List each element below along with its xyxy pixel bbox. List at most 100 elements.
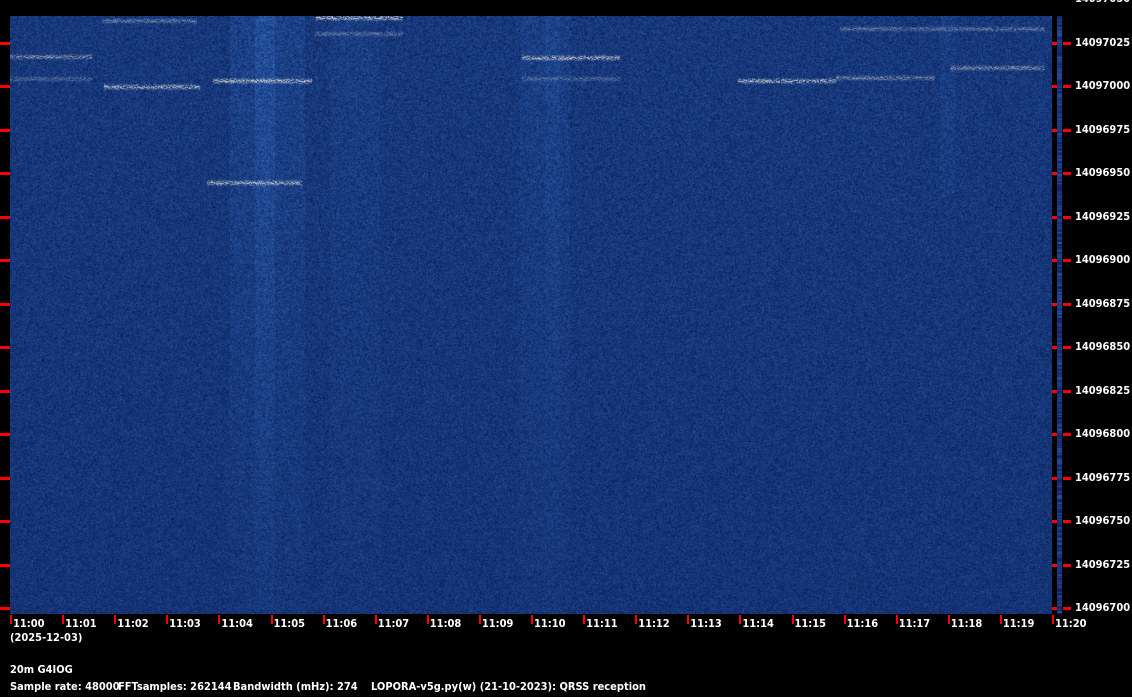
freq-tick: [1052, 563, 1057, 567]
freq-tick: [1063, 128, 1071, 132]
spectrum-strip: [1057, 16, 1062, 614]
time-label: 11:20: [1055, 617, 1087, 630]
time-tick: [999, 615, 1002, 624]
freq-label: 14096925: [1075, 209, 1131, 223]
time-tick: [270, 615, 273, 624]
freq-label: 14096950: [1075, 166, 1131, 179]
freq-label: 14096725: [1075, 557, 1131, 571]
freq-tick: [1063, 215, 1071, 219]
freq-tick: [0, 563, 10, 567]
freq-tick: [1063, 520, 1071, 523]
fft-samples: FFTsamples: 262144: [118, 680, 232, 693]
time-label: 11:16: [846, 617, 879, 630]
time-label: 11:11: [586, 617, 618, 630]
freq-tick: [1052, 302, 1057, 306]
time-tick: [895, 615, 898, 624]
freq-tick: [1063, 563, 1071, 567]
time-tick: [739, 615, 742, 624]
freq-tick: [1052, 172, 1057, 175]
software-info: LOPORA-v5g.py(w) (21-10-2023): QRSS rece…: [371, 680, 646, 693]
freq-tick: [1052, 85, 1057, 88]
freq-tick: [0, 346, 10, 349]
time-label: 11:09: [481, 617, 514, 630]
freq-label: 14096975: [1075, 122, 1131, 136]
time-tick: [791, 615, 794, 624]
time-label: 11:08: [429, 617, 462, 630]
time-tick: [478, 615, 481, 624]
time-label: 11:10: [534, 617, 566, 630]
time-label: 11:05: [273, 617, 306, 630]
time-label: 11:01: [65, 617, 97, 630]
bandwidth: Bandwidth (mHz): 274: [233, 680, 358, 693]
freq-tick: [0, 215, 10, 219]
time-label: 11:00: [13, 617, 45, 630]
freq-label: 14096750: [1075, 514, 1131, 527]
freq-label: 14096700: [1075, 601, 1131, 614]
time-label: 11:18: [950, 617, 983, 630]
time-tick: [947, 615, 950, 624]
freq-tick: [1063, 389, 1071, 393]
time-tick: [843, 615, 846, 624]
time-label: 11:12: [638, 617, 670, 630]
freq-tick: [1052, 128, 1057, 132]
freq-label: 14097000: [1075, 79, 1131, 92]
freq-tick: [1052, 215, 1057, 219]
freq-tick: [1052, 259, 1057, 262]
freq-tick: [0, 259, 10, 262]
time-tick: [322, 615, 325, 624]
time-tick: [1052, 615, 1054, 624]
time-label: 11:06: [325, 617, 358, 630]
time-tick: [531, 615, 533, 624]
date-label: (2025-12-03): [10, 631, 83, 644]
freq-tick: [0, 389, 10, 393]
freq-tick: [1063, 433, 1071, 436]
freq-label: 14096850: [1075, 340, 1131, 353]
freq-label: 14096800: [1075, 427, 1131, 440]
freq-tick: [1063, 259, 1071, 262]
time-label: 11:02: [117, 617, 149, 630]
freq-tick: [1063, 85, 1071, 88]
time-label: 11:13: [690, 617, 722, 630]
time-label: 11:14: [742, 617, 774, 630]
time-tick: [218, 615, 221, 624]
time-label: 11:04: [221, 617, 253, 630]
freq-tick: [0, 172, 10, 175]
time-label: 11:17: [898, 617, 931, 630]
freq-tick: [0, 85, 10, 88]
time-label: 11:03: [169, 617, 201, 630]
freq-tick: [1052, 476, 1057, 480]
time-label: 11:19: [1002, 617, 1035, 630]
time-tick: [426, 615, 429, 624]
time-tick: [635, 615, 638, 624]
time-tick: [374, 615, 377, 624]
freq-label: 14097025: [1075, 35, 1131, 49]
time-tick: [166, 615, 169, 624]
time-label: 11:15: [794, 617, 827, 630]
freq-tick: [0, 41, 10, 45]
freq-tick: [0, 433, 10, 436]
freq-label: 14096775: [1075, 470, 1131, 484]
freq-tick: [1052, 607, 1057, 610]
freq-tick: [1052, 41, 1057, 45]
freq-tick: [1063, 476, 1071, 480]
time-tick: [583, 615, 586, 624]
freq-label: 14096900: [1075, 253, 1131, 266]
time-tick: [62, 615, 65, 624]
freq-tick: [0, 520, 10, 523]
time-tick: [10, 615, 12, 624]
station-label: 20m G4IOG: [10, 663, 73, 676]
freq-tick: [1063, 302, 1071, 306]
freq-label: 14096875: [1075, 296, 1131, 310]
freq-label: 14096825: [1075, 383, 1131, 397]
freq-tick: [1063, 346, 1071, 349]
freq-tick: [1063, 41, 1071, 45]
freq-tick: [0, 476, 10, 480]
time-tick: [687, 615, 690, 624]
time-tick: [114, 615, 117, 624]
freq-tick: [1052, 520, 1057, 523]
freq-tick: [0, 302, 10, 306]
freq-tick: [1063, 607, 1071, 610]
freq-tick: [0, 607, 10, 610]
freq-tick: [1052, 346, 1057, 349]
freq-tick: [1052, 389, 1057, 393]
